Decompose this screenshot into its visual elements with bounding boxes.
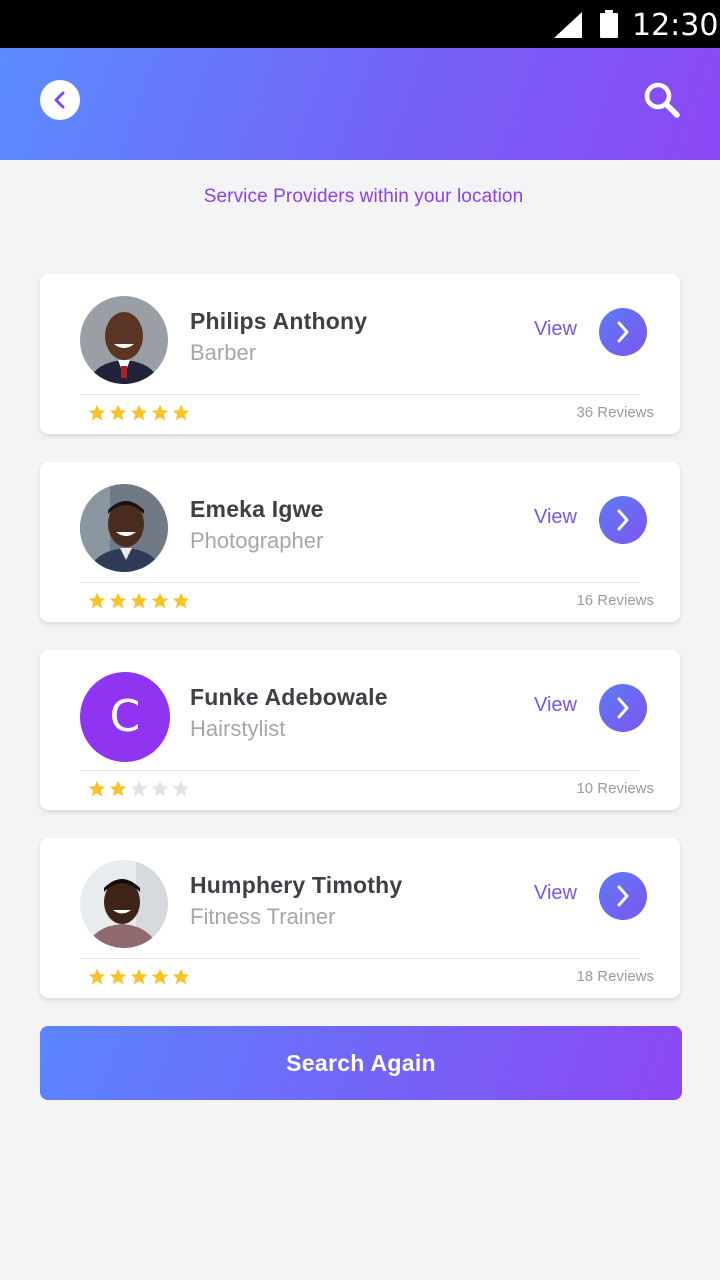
view-link[interactable]: View	[534, 506, 577, 529]
provider-role: Hairstylist	[190, 716, 286, 741]
star-rating	[88, 780, 193, 800]
view-button[interactable]	[599, 496, 647, 544]
view-link[interactable]: View	[534, 694, 577, 717]
star-filled-icon	[88, 780, 108, 800]
provider-name: Funke Adebowale	[190, 684, 388, 710]
star-empty-icon	[172, 780, 192, 800]
chevron-left-icon	[54, 91, 65, 109]
star-rating	[88, 592, 193, 612]
chevron-right-icon	[617, 509, 629, 531]
avatar: C	[80, 672, 170, 762]
view-button[interactable]	[599, 872, 647, 920]
star-filled-icon	[88, 968, 108, 988]
review-count: 36 Reviews	[576, 404, 654, 421]
signal-icon	[554, 12, 582, 38]
review-count: 18 Reviews	[576, 968, 654, 985]
provider-role: Fitness Trainer	[190, 904, 336, 929]
divider	[80, 770, 640, 771]
star-filled-icon	[151, 404, 171, 424]
review-count: 16 Reviews	[576, 592, 654, 609]
view-link[interactable]: View	[534, 882, 577, 905]
star-filled-icon	[88, 404, 108, 424]
back-button[interactable]	[40, 80, 80, 120]
star-filled-icon	[109, 780, 129, 800]
review-count: 10 Reviews	[576, 780, 654, 797]
star-filled-icon	[151, 592, 171, 612]
star-filled-icon	[130, 592, 150, 612]
star-empty-icon	[151, 780, 171, 800]
provider-card[interactable]: Emeka Igwe Photographer View 16 Reviews	[40, 462, 680, 622]
star-rating	[88, 404, 193, 424]
app-header	[0, 48, 720, 160]
view-button[interactable]	[599, 308, 647, 356]
status-time: 12:30	[632, 8, 719, 43]
star-empty-icon	[130, 780, 150, 800]
star-filled-icon	[130, 404, 150, 424]
divider	[80, 958, 640, 959]
search-icon[interactable]	[640, 78, 684, 122]
chevron-right-icon	[617, 321, 629, 343]
search-again-button[interactable]: Search Again	[40, 1026, 682, 1100]
provider-role: Photographer	[190, 528, 324, 553]
star-filled-icon	[109, 592, 129, 612]
star-filled-icon	[109, 404, 129, 424]
star-filled-icon	[130, 968, 150, 988]
star-filled-icon	[151, 968, 171, 988]
view-link[interactable]: View	[534, 318, 577, 341]
provider-name: Humphery Timothy	[190, 872, 403, 898]
chevron-right-icon	[617, 697, 629, 719]
view-button[interactable]	[599, 684, 647, 732]
page-subtitle: Service Providers within your location	[203, 186, 524, 207]
star-rating	[88, 968, 193, 988]
avatar	[80, 296, 168, 384]
divider	[80, 582, 640, 583]
avatar-letter: C	[109, 691, 141, 742]
provider-card[interactable]: Philips Anthony Barber View 36 Reviews	[40, 274, 680, 434]
chevron-right-icon	[617, 885, 629, 907]
battery-icon	[600, 10, 618, 38]
star-filled-icon	[109, 968, 129, 988]
status-bar: 12:30	[0, 0, 720, 48]
star-filled-icon	[172, 592, 192, 612]
avatar	[80, 860, 168, 948]
star-filled-icon	[88, 592, 108, 612]
star-filled-icon	[172, 968, 192, 988]
provider-role: Barber	[190, 340, 257, 365]
star-filled-icon	[172, 404, 192, 424]
divider	[80, 394, 640, 395]
provider-card[interactable]: Humphery Timothy Fitness Trainer View 18…	[40, 838, 680, 998]
provider-name: Emeka Igwe	[190, 496, 324, 522]
provider-card[interactable]: C Funke Adebowale Hairstylist View 10 Re…	[40, 650, 680, 810]
provider-name: Philips Anthony	[190, 308, 368, 334]
avatar	[80, 484, 168, 572]
